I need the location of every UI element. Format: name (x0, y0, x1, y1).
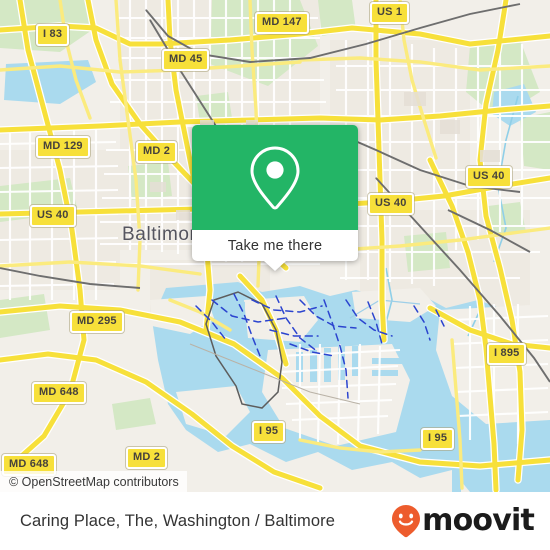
road-shield: I 95 (252, 421, 286, 443)
road-shield: US 1 (370, 2, 410, 24)
moovit-smiley-pin-icon (392, 505, 421, 538)
road-shield: MD 2 (126, 447, 168, 469)
road-shield: US 40 (466, 166, 512, 188)
place-title: Caring Place, The, Washington / Baltimor… (20, 511, 335, 530)
callout-image-area (192, 125, 358, 230)
road-shield: MD 129 (36, 136, 90, 158)
osm-attribution-text: © OpenStreetMap contributors (9, 474, 179, 489)
road-shield: I 83 (36, 24, 70, 46)
take-me-there-button[interactable]: Take me there (192, 230, 358, 261)
road-shield: MD 2 (136, 141, 178, 163)
moovit-logo[interactable]: moovit (391, 503, 535, 538)
road-shield: MD 648 (32, 382, 86, 404)
bottom-info-bar: Caring Place, The, Washington / Baltimor… (0, 492, 550, 550)
road-shield: MD 45 (162, 49, 210, 71)
map-pin-icon (250, 145, 300, 210)
moovit-map-screen: I 83 MD 45 MD 147 US 1 MD 129 MD 2 US 40 US 40 U… (0, 0, 550, 550)
location-callout-card[interactable]: Take me there (192, 125, 358, 271)
road-shield: US 40 (30, 205, 76, 227)
road-shield: I 95 (421, 428, 455, 450)
take-me-there-label: Take me there (227, 237, 323, 254)
callout-pointer-tail (264, 261, 286, 271)
moovit-wordmark: moovit (422, 503, 535, 538)
map-canvas[interactable]: I 83 MD 45 MD 147 US 1 MD 129 MD 2 US 40 US 40 U… (0, 0, 550, 492)
road-shield: I 895 (487, 343, 527, 365)
road-shield: MD 147 (255, 12, 309, 34)
road-shield: MD 295 (70, 311, 124, 333)
osm-attribution[interactable]: © OpenStreetMap contributors (0, 471, 187, 492)
road-shield: US 40 (368, 193, 414, 215)
